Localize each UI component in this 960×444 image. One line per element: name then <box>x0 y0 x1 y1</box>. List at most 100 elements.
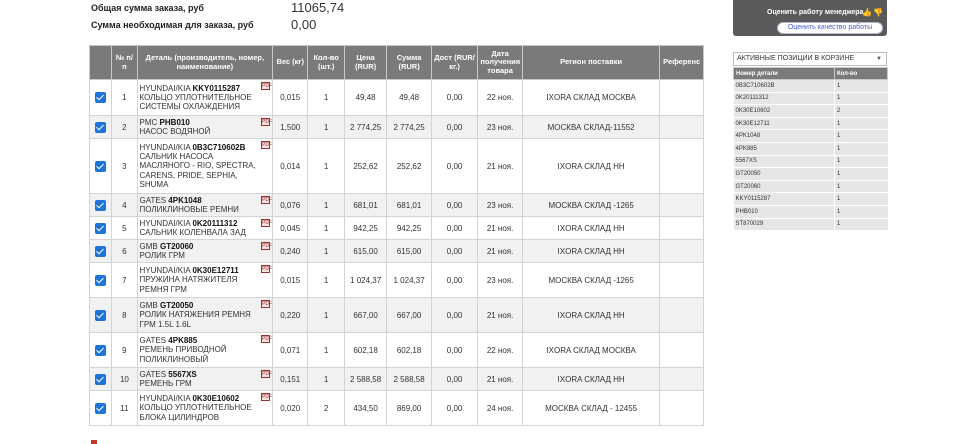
part-maker: GATES <box>139 336 167 346</box>
row-checkbox-cell <box>88 138 113 194</box>
part-maker: PMC <box>139 117 158 127</box>
row-checkbox-cell <box>88 390 113 426</box>
row-checkbox[interactable] <box>95 199 107 211</box>
row-qty: 1 <box>307 115 345 139</box>
thumb-down-icon[interactable]: 👎 <box>873 8 883 17</box>
cart-row: 0K30E12711 1 <box>733 117 888 131</box>
required-sum-label: Сумма необходимая для заказа, руб <box>91 20 254 30</box>
row-date: 21 ноя. <box>477 216 523 240</box>
row-delivery: 0,00 <box>430 193 479 217</box>
document-icon[interactable]: PDF <box>261 393 272 401</box>
cart-qty: 1 <box>834 129 888 143</box>
document-icon[interactable]: PDF <box>261 118 272 126</box>
row-checkbox-cell <box>88 216 113 240</box>
document-icon[interactable]: PDF <box>261 335 272 343</box>
order-table: № п/п Деталь (производитель, номер, наим… <box>88 45 704 426</box>
row-sum: 681,01 <box>386 193 432 217</box>
document-icon[interactable]: PDF <box>261 82 272 90</box>
row-delivery: 0,00 <box>430 390 479 426</box>
cart-header-qty: Кол-во <box>834 67 888 80</box>
document-icon[interactable]: PDF <box>261 242 272 250</box>
cart-row: PHB010 1 <box>733 205 888 219</box>
table-row: 7 HYUNDAI/KIA 0K30E12711 ПРУЖИНА НАТЯЖИТЕЛ… <box>88 262 704 298</box>
document-icon[interactable]: PDF <box>261 219 272 227</box>
row-reference <box>659 216 704 240</box>
row-region: МОСКВА СКЛАД -1265 <box>521 262 661 298</box>
row-price: 434,50 <box>343 390 388 426</box>
row-number: 5 <box>111 216 138 240</box>
document-icon[interactable]: PDF <box>261 370 272 378</box>
row-weight: 0,151 <box>272 367 309 391</box>
part-name: РОЛИК ГРМ <box>139 251 185 260</box>
row-date: 23 ноя. <box>477 262 523 298</box>
row-number: 2 <box>111 115 138 139</box>
cart-part-number: 5567XS <box>733 155 835 169</box>
row-weight: 0,015 <box>272 79 309 116</box>
row-weight: 0,220 <box>272 297 309 333</box>
row-checkbox[interactable] <box>95 121 107 133</box>
total-sum-value: 11065,74 <box>291 0 345 15</box>
part-name: САЛЬНИК КОЛЕНВАЛА ЗАД <box>139 228 246 237</box>
part-maker: GATES <box>139 195 167 205</box>
cart-part-number: 0K30E12711 <box>733 117 835 131</box>
row-weight: 0,076 <box>272 193 309 217</box>
row-region: IXORA СКЛАД МОСКВА <box>521 332 661 368</box>
document-icon[interactable]: PDF <box>261 300 272 308</box>
row-checkbox-cell <box>88 367 113 391</box>
cart-part-number: 4PK1048 <box>733 129 835 143</box>
row-checkbox[interactable] <box>95 222 107 234</box>
cart-select[interactable]: АКТИВНЫЕ ПОЗИЦИИ В КОРЗИНЕ ▼ <box>733 52 887 66</box>
part-description: PMC PHB010 НАСОС ВОДЯНОЙ PDF <box>136 115 274 139</box>
row-reference <box>659 115 704 139</box>
cart-row: ST870029 1 <box>733 218 888 232</box>
part-number: 0B3C710602B <box>192 143 246 153</box>
document-icon[interactable]: PDF <box>261 265 272 273</box>
row-checkbox[interactable] <box>95 92 107 103</box>
row-date: 21 ноя. <box>477 239 523 263</box>
row-qty: 2 <box>307 390 345 426</box>
row-reference <box>659 193 704 217</box>
row-region: IXORA СКЛАД НН <box>521 138 661 194</box>
cart-row: 4PK1048 1 <box>733 129 888 143</box>
row-region: IXORA СКЛАД НН <box>521 239 661 263</box>
header-delivery: Дост (RUR/кг.) <box>430 45 479 80</box>
part-description: GATES 4PK1048 ПОЛИКЛИНОВЫЕ РЕМНИ PDF <box>136 193 274 217</box>
row-qty: 1 <box>307 367 345 391</box>
part-name: САЛЬНИК НАСОСА МАСЛЯНОГО - RIO, SPECTRA,… <box>139 152 256 189</box>
part-maker: HYUNDAI/KIA <box>139 266 191 276</box>
row-price: 2 588,58 <box>343 367 388 391</box>
cart-table: Номер детали Кол-во 0B3C710602B 1 0K201113… <box>733 67 888 232</box>
row-checkbox[interactable] <box>95 160 107 172</box>
row-reference <box>659 239 704 263</box>
row-checkbox[interactable] <box>95 245 107 257</box>
document-icon[interactable]: PDF <box>261 141 272 149</box>
row-delivery: 0,00 <box>430 262 479 298</box>
part-description: HYUNDAI/KIA 0K30E10602 КОЛЬЦО УПЛОТНИТЕЛЬ… <box>136 390 274 426</box>
row-checkbox[interactable] <box>95 373 107 385</box>
row-checkbox[interactable] <box>95 402 107 414</box>
total-sum-label: Общая сумма заказа, руб <box>91 3 204 13</box>
rate-quality-button[interactable]: Оценить качество работы <box>777 22 883 34</box>
row-number: 3 <box>111 138 138 194</box>
row-region: МОСКВА СКЛАД -1265 <box>521 193 661 217</box>
row-checkbox[interactable] <box>95 309 107 321</box>
cart-row: KKY0115287 1 <box>733 192 888 206</box>
cart-row: 4PK885 1 <box>733 142 888 156</box>
header-number: № п/п <box>111 45 138 80</box>
row-reference <box>659 367 704 391</box>
row-qty: 1 <box>307 79 345 116</box>
cart-row: GT20050 1 <box>733 167 888 181</box>
row-qty: 1 <box>307 216 345 240</box>
row-qty: 1 <box>307 138 345 194</box>
cart-part-number: 0B3C710602B <box>733 79 835 93</box>
row-checkbox[interactable] <box>95 344 107 356</box>
row-date: 23 ноя. <box>477 193 523 217</box>
thumb-up-icon[interactable]: 👍 <box>862 8 872 17</box>
cart-qty: 1 <box>834 117 888 131</box>
row-qty: 1 <box>307 297 345 333</box>
row-checkbox-cell <box>88 239 113 263</box>
document-icon[interactable]: PDF <box>261 196 272 204</box>
row-checkbox[interactable] <box>95 274 107 286</box>
row-number: 4 <box>111 193 138 217</box>
row-date: 21 ноя. <box>477 138 523 194</box>
